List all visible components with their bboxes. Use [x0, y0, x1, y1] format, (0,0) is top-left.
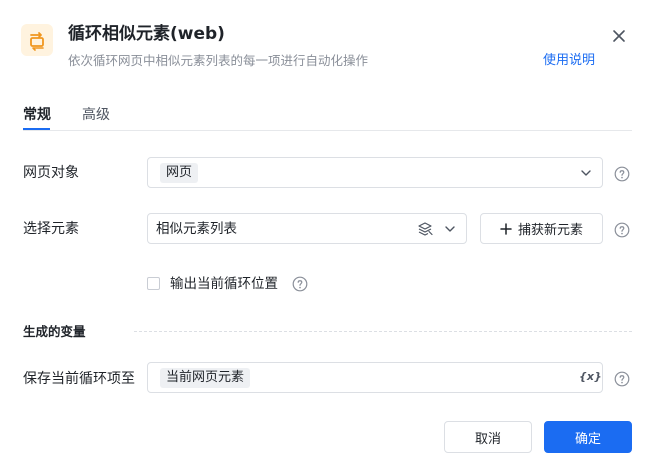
- close-button[interactable]: [609, 26, 629, 46]
- save-current-tag: 当前网页元素: [160, 368, 251, 388]
- layers-icon[interactable]: [417, 221, 433, 237]
- dialog-title: 循环相似元素(web): [68, 24, 225, 44]
- section-title-variables: 生成的变量: [23, 324, 86, 339]
- ok-button[interactable]: 确定: [544, 421, 632, 453]
- close-icon: [613, 30, 625, 42]
- chevron-down-icon: [581, 170, 591, 176]
- help-icon[interactable]: [614, 371, 630, 387]
- variable-icon[interactable]: {x}: [579, 370, 602, 384]
- web-object-label: 网页对象: [23, 165, 79, 181]
- output-position-checkbox[interactable]: [147, 277, 160, 290]
- select-element-value: 相似元素列表: [156, 221, 237, 237]
- capture-element-label: 捕获新元素: [517, 223, 583, 238]
- select-element-field[interactable]: 相似元素列表: [147, 213, 467, 244]
- web-object-select[interactable]: 网页: [147, 157, 603, 188]
- chevron-down-icon[interactable]: [444, 223, 456, 235]
- cancel-button[interactable]: 取消: [444, 421, 532, 453]
- help-icon[interactable]: [614, 166, 630, 182]
- plus-icon: [500, 222, 512, 235]
- dialog-subtitle: 依次循环网页中相似元素列表的每一项进行自动化操作: [68, 53, 369, 68]
- app-icon: [21, 24, 53, 56]
- tab-basic[interactable]: 常规: [23, 105, 51, 125]
- loop-icon: [30, 32, 44, 51]
- save-current-input[interactable]: 当前网页元素 {x}: [147, 362, 603, 393]
- help-icon[interactable]: [292, 276, 308, 292]
- output-position-label[interactable]: 输出当前循环位置: [170, 275, 278, 293]
- tab-divider: [23, 130, 632, 131]
- help-link[interactable]: 使用说明: [543, 52, 595, 70]
- web-object-tag: 网页: [160, 163, 199, 183]
- tab-advanced[interactable]: 高级: [82, 105, 110, 125]
- help-icon[interactable]: [614, 222, 630, 238]
- select-element-label: 选择元素: [23, 221, 79, 237]
- save-current-label: 保存当前循环项至: [23, 371, 135, 387]
- section-divider: [134, 331, 632, 332]
- capture-element-button[interactable]: 捕获新元素: [480, 213, 603, 244]
